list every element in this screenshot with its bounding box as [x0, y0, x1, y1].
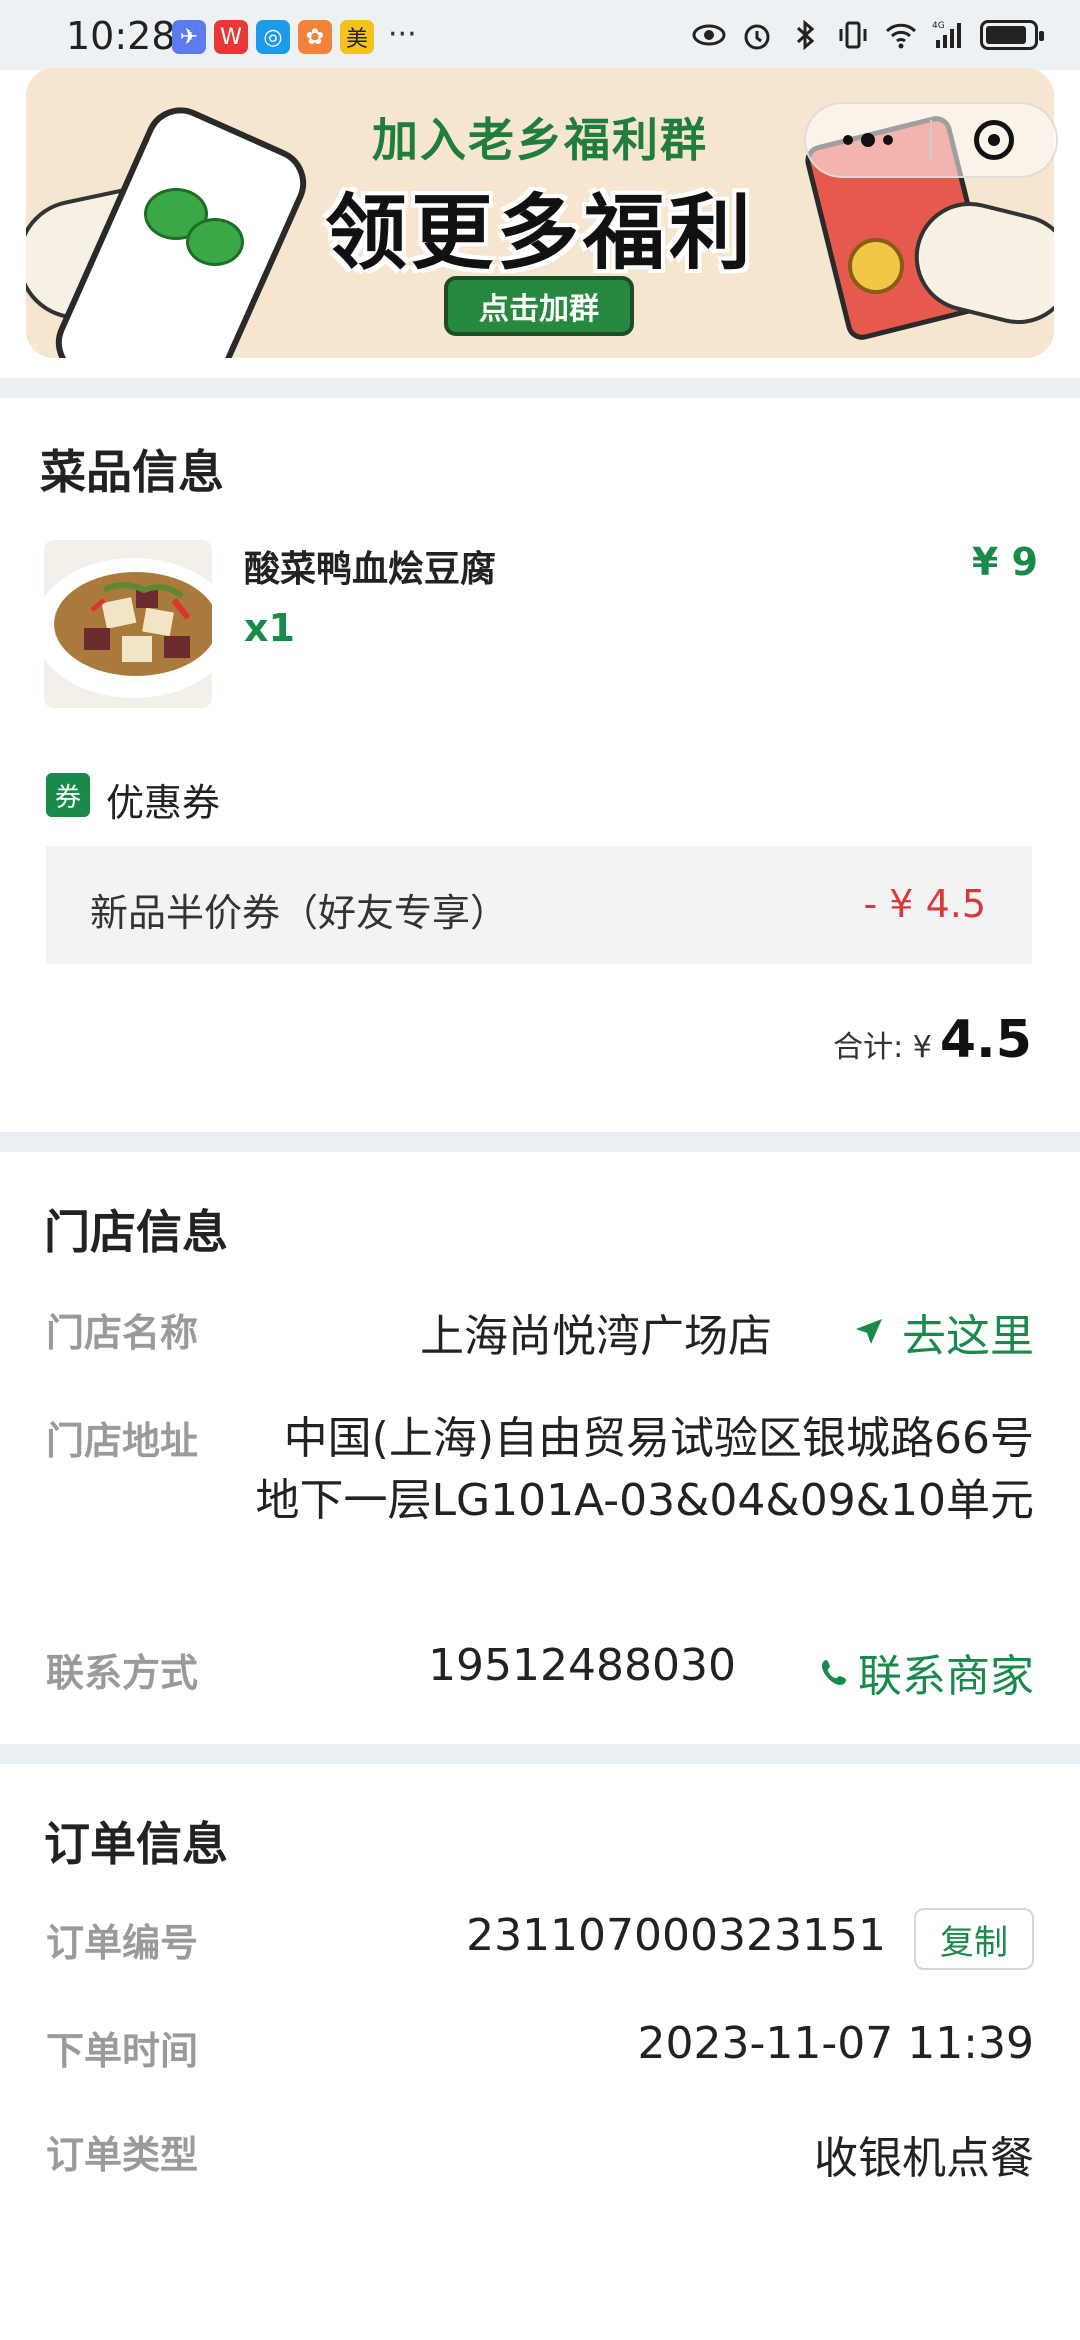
target-icon: [973, 120, 1014, 160]
cellular-signal-icon: 4G: [932, 21, 961, 48]
store-address-label: 门店地址: [46, 1419, 199, 1463]
coupon-name: 新品半价券（好友专享）: [90, 891, 509, 935]
contact-label: 联系方式: [46, 1651, 199, 1695]
navigate-button[interactable]: 去这里: [852, 1300, 1034, 1364]
contact-merchant-button[interactable]: 联系商家: [820, 1640, 1034, 1704]
status-time: 10:28: [66, 14, 176, 58]
order-time: 2023-11-07 11:39: [637, 2018, 1035, 2069]
wifi-icon: [885, 23, 917, 49]
maps-app-icon: ◎: [256, 20, 290, 54]
contact-phone: 19512488030: [428, 1640, 736, 1691]
order-number-label: 订单编号: [46, 1921, 199, 1965]
coupon-row: 新品半价券（好友专享） - ¥ 4.5: [46, 846, 1032, 964]
coupon-icon: 券: [46, 773, 90, 817]
close-miniprogram-button[interactable]: [932, 102, 1056, 178]
navigate-label: 去这里: [902, 1311, 1034, 1362]
dish-price: ¥ 9: [971, 540, 1038, 584]
network-type-label: 4G: [932, 21, 945, 31]
order-number: 231107000323151: [466, 1910, 886, 1961]
more-notifications-icon: ···: [388, 17, 417, 52]
coupon-discount: - ¥ 4.5: [863, 882, 986, 926]
meituan-app-icon: 美: [340, 20, 374, 54]
store-name-label: 门店名称: [46, 1311, 199, 1355]
order-section-title: 订单信息: [44, 1817, 228, 1871]
coupon-label: 优惠券: [106, 781, 221, 825]
order-time-label: 下单时间: [46, 2029, 199, 2073]
section-divider: [0, 1744, 1080, 1764]
dish-section-title: 菜品信息: [40, 445, 224, 499]
order-type: 收银机点餐: [814, 2133, 1034, 2184]
contact-merchant-label: 联系商家: [858, 1651, 1034, 1702]
order-type-label: 订单类型: [46, 2133, 199, 2177]
status-indicators: 4G: [692, 18, 1044, 52]
section-divider: [0, 378, 1080, 398]
store-address: 中国(上海)自由贸易试验区银城路66号地下一层LG101A-03&04&09&1…: [255, 1413, 1035, 1526]
total-value: 4.5: [939, 1010, 1032, 1070]
section-divider: [0, 1132, 1080, 1152]
battery-icon: [980, 20, 1044, 50]
dish-photo: [44, 540, 212, 708]
vibrate-icon: [839, 21, 867, 49]
status-app-icons: ✈ W ◎ ✿ 美 ···: [172, 20, 417, 54]
banner-title: 领更多福利: [324, 186, 755, 281]
navigation-arrow-icon: [856, 1319, 882, 1344]
eye-icon: [692, 24, 726, 46]
feishu-app-icon: ✈: [172, 20, 206, 54]
bluetooth-icon: [796, 19, 815, 51]
dish-name: 酸菜鸭血烩豆腐: [244, 549, 497, 590]
total-label: 合计: ¥: [833, 1030, 932, 1065]
miniprogram-capsule: [804, 102, 1058, 178]
status-bar: 10:28 ✈ W ◎ ✿ 美 ··· 4G: [0, 0, 1080, 70]
copy-button[interactable]: 复制: [914, 1908, 1034, 1970]
store-name: 上海尚悦湾广场店: [420, 1311, 772, 1362]
photo-app-icon: ✿: [298, 20, 332, 54]
order-total: 合计: ¥ 4.5: [833, 1010, 1032, 1070]
join-group-button[interactable]: 点击加群: [444, 276, 634, 336]
store-section-title: 门店信息: [44, 1205, 228, 1259]
alarm-icon: [744, 24, 770, 50]
dish-quantity: x1: [244, 606, 295, 650]
wps-app-icon: W: [214, 20, 248, 54]
phone-icon: [822, 1660, 846, 1685]
more-menu-button[interactable]: [806, 102, 930, 178]
